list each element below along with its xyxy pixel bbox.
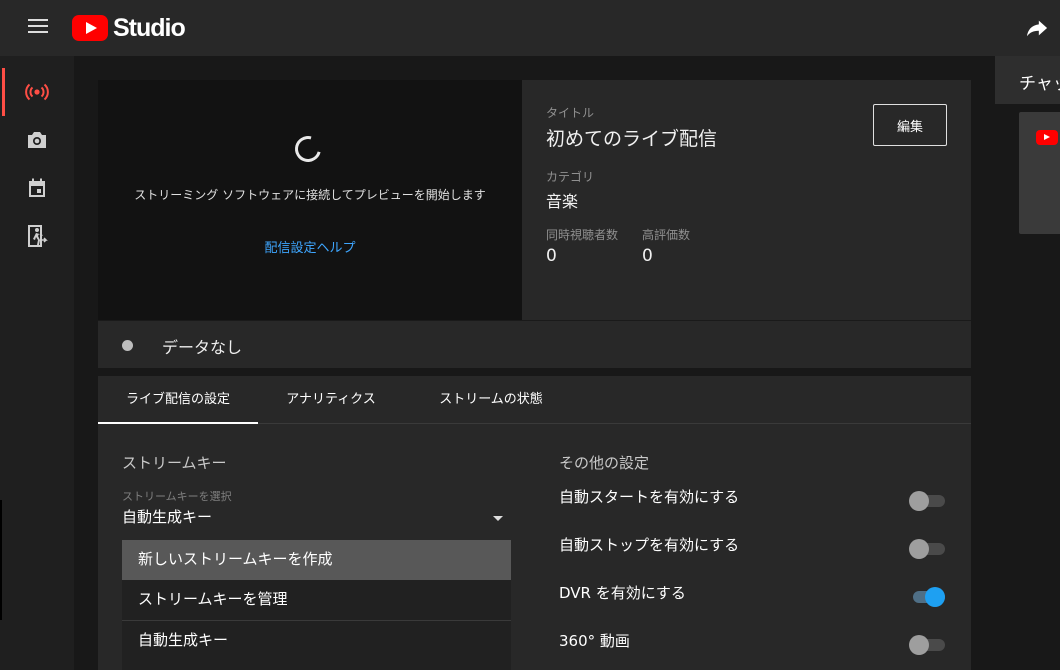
auto-stop-toggle[interactable] [909,538,947,559]
option-row-auto-start: 自動スタートを有効にする [559,482,947,512]
option-row-dvr: DVR を有効にする [559,578,947,608]
calendar-icon [29,178,45,197]
chat-title: チャット [1019,74,1060,94]
stream-key-section-title: ストリームキー [122,454,227,472]
status-text: データなし [162,338,243,357]
hamburger-menu-icon[interactable] [28,19,48,35]
edit-button[interactable]: 編集 [873,104,947,146]
dropdown-item-manage-keys[interactable]: ストリームキーを管理 [122,580,511,620]
dvr-toggle[interactable] [909,586,947,607]
auto-start-toggle[interactable] [909,490,947,511]
stream-category: 音楽 [546,192,579,211]
other-settings-section-title: その他の設定 [559,454,650,472]
stream-preview-card: ストリーミング ソフトウェアに接続してプレビューを開始します 配信設定ヘルプ タ… [98,80,971,368]
option-label: 自動スタートを有効にする [559,488,740,506]
rail-item-manage[interactable] [0,212,74,260]
tab-analytics[interactable]: アナリティクス [264,376,398,424]
loading-spinner-icon [290,131,326,167]
chat-card [1019,112,1060,234]
tab-stream-settings[interactable]: ライブ配信の設定 [98,376,258,424]
dropdown-item-create-key[interactable]: 新しいストリームキーを作成 [122,540,511,580]
concurrent-viewers-value: 0 [546,246,557,266]
stream-setup-help-link[interactable]: 配信設定ヘルプ [98,237,522,256]
top-app-bar: Studio [0,0,1060,56]
stream-key-dropdown: 新しいストリームキーを作成 ストリームキーを管理 自動生成キー [122,540,511,670]
concurrent-viewers-label: 同時視聴者数 [546,228,619,242]
option-label: 自動ストップを有効にする [559,536,740,554]
stream-key-select-label: ストリームキーを選択 [122,490,232,503]
studio-logo[interactable]: Studio [72,13,186,42]
left-nav-rail [0,56,74,670]
stream-settings-card: ライブ配信の設定 アナリティクス ストリームの状態 ストリームキー ストリームキ… [98,376,971,670]
logo-text: Studio [113,13,186,42]
status-dot-icon [122,340,133,351]
likes-label: 高評価数 [642,228,691,242]
rail-item-webcam[interactable] [0,116,74,164]
youtube-logo-icon [72,15,108,41]
settings-tabs: ライブ配信の設定 アナリティクス ストリームの状態 [98,376,971,424]
option-row-360-video: 360° 動画 [559,626,947,656]
category-label: カテゴリ [546,170,595,184]
dropdown-arrow-icon[interactable] [493,516,503,521]
stream-key-select[interactable]: 自動生成キー [122,506,212,527]
stream-status-bar: データなし [98,320,971,368]
option-label: 360° 動画 [559,632,630,650]
title-label: タイトル [546,106,595,120]
preview-message: ストリーミング ソフトウェアに接続してプレビューを開始します [134,188,486,202]
share-icon[interactable] [1026,18,1048,38]
video-preview: ストリーミング ソフトウェアに接続してプレビューを開始します 配信設定ヘルプ [98,80,522,320]
tab-stream-health[interactable]: ストリームの状態 [416,376,566,424]
chat-panel-header: チャット [995,56,1060,104]
camera-icon [28,132,46,148]
option-label: DVR を有効にする [559,584,686,602]
dropdown-item-auto-key[interactable]: 自動生成キー [122,621,511,661]
likes-value: 0 [642,246,653,266]
rail-item-schedule[interactable] [0,164,74,212]
youtube-logo-icon [1036,130,1058,145]
window-edge [0,500,2,620]
option-row-auto-stop: 自動ストップを有効にする [559,530,947,560]
manage-exit-icon [28,225,48,247]
live-broadcast-icon [25,83,49,101]
360-video-toggle[interactable] [909,634,947,655]
stream-title: 初めてのライブ配信 [546,128,718,150]
rail-item-stream[interactable] [0,68,74,116]
